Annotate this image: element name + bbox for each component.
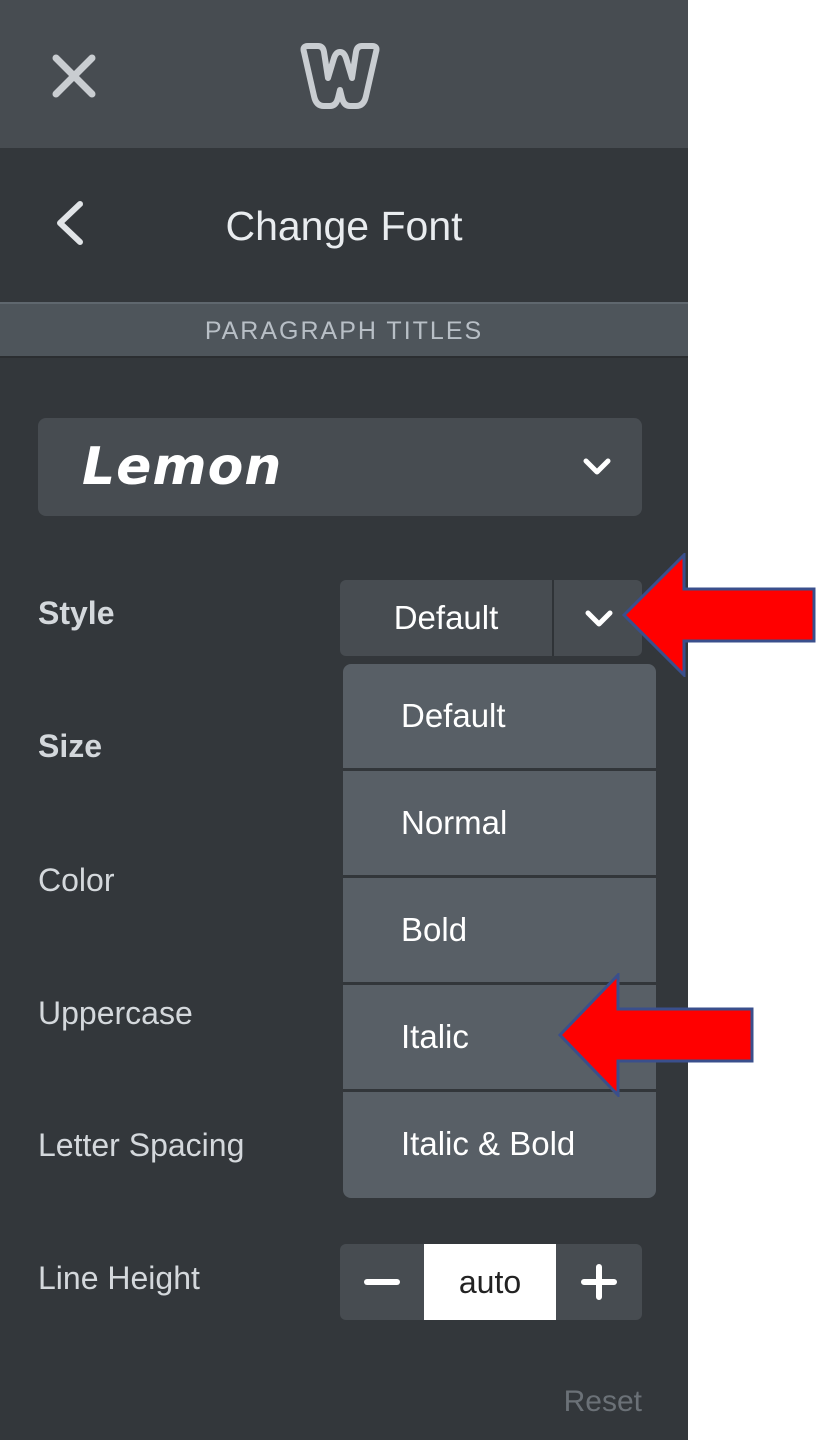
line-height-input[interactable] (424, 1244, 556, 1320)
font-settings-panel: Change Font PARAGRAPH TITLES Lemon Style… (0, 0, 688, 1440)
color-label: Color (38, 862, 115, 898)
style-option-default[interactable]: Default (343, 664, 656, 768)
section-header: PARAGRAPH TITLES (0, 302, 688, 358)
minus-icon (364, 1279, 400, 1285)
chevron-down-icon (583, 458, 611, 475)
plus-icon (581, 1264, 617, 1300)
letter-spacing-label: Letter Spacing (38, 1127, 245, 1163)
close-icon[interactable] (50, 52, 98, 100)
line-height-increase-button[interactable] (556, 1244, 642, 1320)
style-option-italic-bold[interactable]: Italic & Bold (343, 1092, 656, 1196)
weebly-logo-icon[interactable] (298, 38, 382, 114)
section-label: PARAGRAPH TITLES (204, 317, 484, 345)
size-label: Size (38, 728, 103, 764)
uppercase-label: Uppercase (38, 995, 193, 1031)
line-height-decrease-button[interactable] (340, 1244, 424, 1320)
annotation-arrow-icon (557, 973, 754, 1097)
top-bar (0, 0, 688, 148)
style-option-normal[interactable]: Normal (343, 771, 656, 875)
reset-link[interactable]: Reset (520, 1380, 642, 1424)
style-dropdown-menu: Default Normal Bold Italic Italic & Bold (343, 664, 656, 1198)
panel-title: Change Font (225, 203, 463, 249)
style-select[interactable]: Default (340, 580, 642, 656)
font-family-select[interactable]: Lemon (38, 418, 642, 516)
style-label: Style (38, 595, 115, 631)
style-select-value[interactable]: Default (340, 580, 554, 656)
line-height-label: Line Height (38, 1260, 200, 1296)
font-family-value: Lemon (82, 437, 283, 497)
style-option-bold[interactable]: Bold (343, 878, 656, 982)
annotation-arrow-icon (621, 553, 816, 677)
chevron-down-icon (585, 610, 613, 627)
line-height-stepper (340, 1244, 642, 1320)
